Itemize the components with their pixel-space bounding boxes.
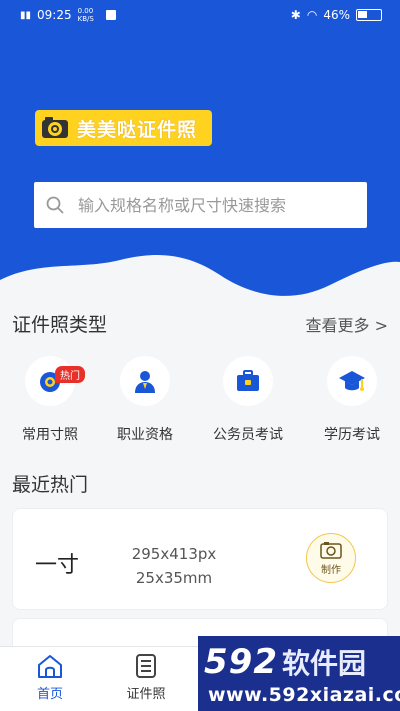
category-label: 学历考试 bbox=[324, 427, 380, 443]
wifi-icon: ◠ bbox=[306, 8, 318, 22]
person-icon bbox=[135, 371, 155, 393]
category-icon-wrap: 热门 bbox=[25, 356, 85, 406]
camera-icon bbox=[320, 541, 342, 559]
tab-home[interactable]: 首页 bbox=[0, 653, 100, 702]
spec-name: 一寸 bbox=[35, 553, 80, 578]
spec-mm: 25x35mm bbox=[135, 569, 213, 587]
bluetooth-icon: ✱ bbox=[290, 8, 301, 22]
watermark-url: www.592xiazai.com bbox=[208, 684, 400, 706]
types-section-title: 证件照类型 bbox=[12, 314, 108, 336]
status-bar: ▮▮ 09:25 0.00 KB/S ✱ ◠ 46% bbox=[0, 0, 400, 30]
category-icon-wrap bbox=[327, 356, 377, 406]
category-icon-wrap bbox=[223, 356, 273, 406]
home-icon bbox=[38, 655, 62, 678]
status-time: 09:25 bbox=[37, 8, 72, 22]
watermark-name: 软件园 bbox=[281, 647, 366, 680]
tab-id-photo[interactable]: 证件照 bbox=[96, 653, 196, 702]
graduation-cap-icon bbox=[339, 371, 365, 391]
category-civil-servant[interactable]: 公务员考试 bbox=[198, 356, 298, 444]
document-icon bbox=[136, 654, 156, 678]
category-education[interactable]: 学历考试 bbox=[302, 356, 400, 444]
category-grid: 热门 常用寸照 职业资格 公务员考试 学历考试 bbox=[0, 356, 400, 446]
make-label: 制作 bbox=[321, 564, 341, 576]
watermark-overlay: 592 软件园 www.592xiazai.com bbox=[198, 636, 400, 711]
view-more-link[interactable]: 查看更多 > bbox=[306, 312, 389, 336]
recent-section-header: 最近热门 bbox=[12, 470, 388, 497]
hero-banner bbox=[0, 0, 400, 310]
category-professional[interactable]: 职业资格 bbox=[95, 356, 195, 444]
app-logo: 美美哒证件照 bbox=[35, 110, 212, 146]
camera-logo-icon bbox=[42, 117, 68, 138]
notification-icon bbox=[105, 10, 116, 20]
category-label: 常用寸照 bbox=[22, 427, 78, 443]
spec-pixels: 295x413px bbox=[131, 545, 217, 563]
hot-badge: 热门 bbox=[55, 366, 85, 383]
recent-section-title: 最近热门 bbox=[12, 474, 89, 496]
watermark-number: 592 bbox=[204, 642, 278, 682]
signal-icon: ▮▮ bbox=[20, 9, 32, 21]
tab-label: 证件照 bbox=[126, 687, 166, 702]
recent-item-card[interactable]: 一寸 295x413px 25x35mm 制作 bbox=[12, 508, 388, 610]
category-common-size[interactable]: 热门 常用寸照 bbox=[0, 356, 100, 444]
types-section-header: 证件照类型 查看更多 > bbox=[12, 310, 388, 337]
hero-wave bbox=[0, 255, 400, 310]
category-label: 职业资格 bbox=[117, 427, 173, 443]
search-bar[interactable] bbox=[34, 182, 367, 228]
make-button[interactable]: 制作 bbox=[306, 533, 356, 583]
battery-icon bbox=[356, 9, 382, 21]
category-icon-wrap bbox=[120, 356, 170, 406]
search-input[interactable] bbox=[78, 195, 338, 215]
battery-percent: 46% bbox=[323, 8, 350, 22]
search-icon bbox=[46, 196, 64, 214]
logo-text: 美美哒证件照 bbox=[77, 118, 198, 141]
category-label: 公务员考试 bbox=[213, 427, 283, 443]
network-speed: 0.00 KB/S bbox=[77, 7, 94, 23]
tab-label: 首页 bbox=[36, 687, 63, 702]
briefcase-icon bbox=[237, 370, 259, 391]
